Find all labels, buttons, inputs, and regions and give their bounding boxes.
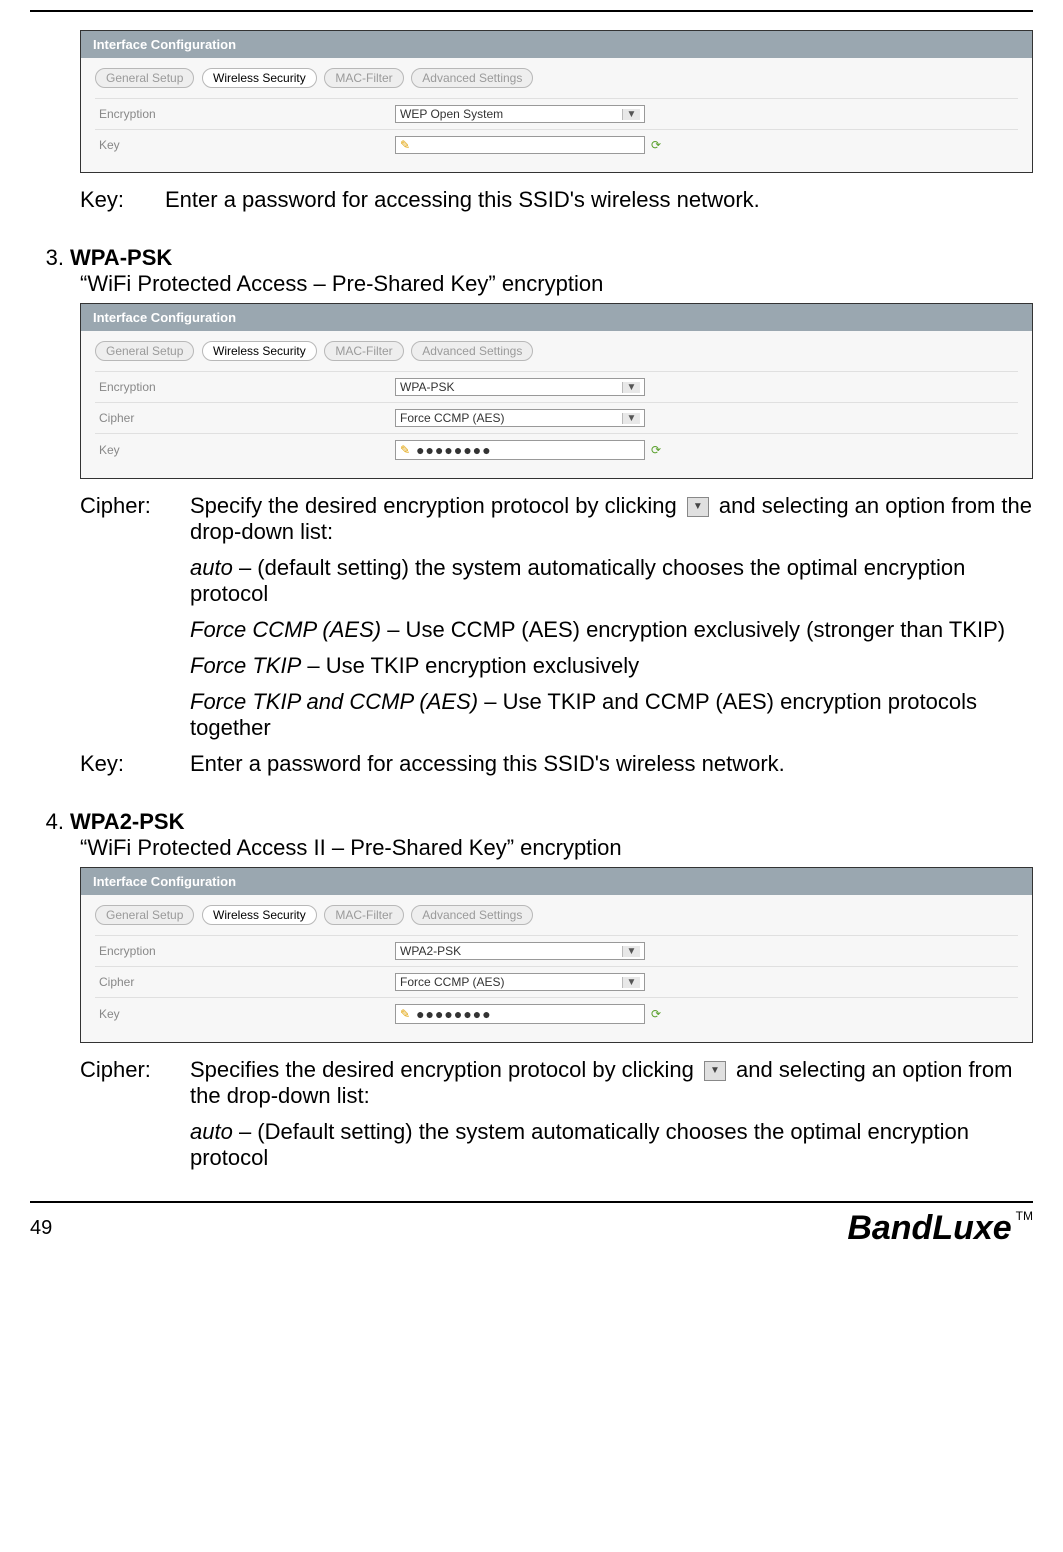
- cipher-intro-a: Specify the desired encryption protocol …: [190, 493, 683, 518]
- list-number: 4.: [30, 809, 64, 835]
- refresh-icon[interactable]: ⟳: [651, 443, 661, 457]
- label-key: Key: [95, 138, 395, 152]
- cipher-value: Force CCMP (AES): [400, 411, 504, 425]
- tabs: General Setup Wireless Security MAC-Filt…: [95, 905, 1018, 925]
- key-icon: ✎: [400, 443, 410, 457]
- panel-title: Interface Configuration: [81, 868, 1032, 895]
- option-desc: – Use TKIP encryption exclusively: [301, 653, 639, 678]
- brand-name: BandLuxe: [847, 1209, 1011, 1247]
- cipher-label: Cipher:: [80, 1057, 190, 1171]
- chevron-down-icon: ▼: [622, 977, 640, 988]
- key-value: ●●●●●●●●: [416, 442, 492, 458]
- row-encryption: Encryption WPA2-PSK ▼: [95, 935, 1018, 966]
- tab-mac-filter[interactable]: MAC-Filter: [324, 341, 403, 361]
- dropdown-icon: ▼: [687, 497, 709, 517]
- cipher-value: Force CCMP (AES): [400, 975, 504, 989]
- section-subtitle: “WiFi Protected Access – Pre-Shared Key”…: [80, 271, 1033, 297]
- encryption-value: WPA-PSK: [400, 380, 454, 394]
- tab-advanced-settings[interactable]: Advanced Settings: [411, 68, 533, 88]
- tab-general-setup[interactable]: General Setup: [95, 905, 194, 925]
- key-input[interactable]: ✎: [395, 136, 645, 154]
- brand-logo: BandLuxe TM: [847, 1209, 1033, 1248]
- option-name: auto: [190, 1119, 233, 1144]
- cipher-label: Cipher:: [80, 493, 190, 741]
- wpa2-cipher-description: Cipher: Specifies the desired encryption…: [80, 1057, 1033, 1171]
- key-label: Key:: [80, 751, 190, 777]
- dropdown-icon: ▼: [704, 1061, 726, 1081]
- option-desc: – Use CCMP (AES) encryption exclusively …: [381, 617, 1005, 642]
- panel-title: Interface Configuration: [81, 304, 1032, 331]
- wpa-cipher-description: Cipher: Specify the desired encryption p…: [80, 493, 1033, 777]
- tabs: General Setup Wireless Security MAC-Filt…: [95, 341, 1018, 361]
- option-desc: – (Default setting) the system automatic…: [190, 1119, 969, 1170]
- tabs: General Setup Wireless Security MAC-Filt…: [95, 68, 1018, 88]
- row-encryption: Encryption WEP Open System ▼: [95, 98, 1018, 129]
- encryption-select[interactable]: WPA-PSK ▼: [395, 378, 645, 396]
- key-input[interactable]: ✎ ●●●●●●●●: [395, 1004, 645, 1024]
- key-icon: ✎: [400, 138, 410, 152]
- encryption-value: WPA2-PSK: [400, 944, 461, 958]
- section-heading: WPA2-PSK: [70, 809, 185, 834]
- option-name: Force CCMP (AES): [190, 617, 381, 642]
- label-encryption: Encryption: [95, 380, 395, 394]
- row-key: Key ✎ ●●●●●●●● ⟳: [95, 433, 1018, 466]
- interface-config-panel-wpa: Interface Configuration General Setup Wi…: [80, 303, 1033, 479]
- row-key: Key ✎ ⟳: [95, 129, 1018, 160]
- refresh-icon[interactable]: ⟳: [651, 1007, 661, 1021]
- encryption-select[interactable]: WPA2-PSK ▼: [395, 942, 645, 960]
- option-name: Force TKIP: [190, 653, 301, 678]
- encryption-select[interactable]: WEP Open System ▼: [395, 105, 645, 123]
- panel-title: Interface Configuration: [81, 31, 1032, 58]
- option-name: auto: [190, 555, 233, 580]
- label-key: Key: [95, 443, 395, 457]
- chevron-down-icon: ▼: [622, 946, 640, 957]
- row-encryption: Encryption WPA-PSK ▼: [95, 371, 1018, 402]
- top-rule: [30, 10, 1033, 12]
- cipher-intro-a: Specifies the desired encryption protoco…: [190, 1057, 700, 1082]
- interface-config-panel-wep: Interface Configuration General Setup Wi…: [80, 30, 1033, 173]
- encryption-value: WEP Open System: [400, 107, 503, 121]
- label-cipher: Cipher: [95, 975, 395, 989]
- key-icon: ✎: [400, 1007, 410, 1021]
- key-description-1: Key: Enter a password for accessing this…: [80, 187, 1033, 213]
- cipher-select[interactable]: Force CCMP (AES) ▼: [395, 409, 645, 427]
- tab-wireless-security[interactable]: Wireless Security: [202, 905, 317, 925]
- cipher-select[interactable]: Force CCMP (AES) ▼: [395, 973, 645, 991]
- option-desc: – (default setting) the system automatic…: [190, 555, 965, 606]
- row-key: Key ✎ ●●●●●●●● ⟳: [95, 997, 1018, 1030]
- key-text: Enter a password for accessing this SSID…: [190, 751, 1033, 777]
- refresh-icon[interactable]: ⟳: [651, 138, 661, 152]
- row-cipher: Cipher Force CCMP (AES) ▼: [95, 966, 1018, 997]
- tab-general-setup[interactable]: General Setup: [95, 68, 194, 88]
- key-value: ●●●●●●●●: [416, 1006, 492, 1022]
- section-wpa-psk: 3.WPA-PSK: [30, 245, 1033, 271]
- label-key: Key: [95, 1007, 395, 1021]
- chevron-down-icon: ▼: [622, 109, 640, 120]
- tab-wireless-security[interactable]: Wireless Security: [202, 341, 317, 361]
- page-number: 49: [30, 1217, 52, 1240]
- section-wpa2-psk: 4.WPA2-PSK: [30, 809, 1033, 835]
- tab-advanced-settings[interactable]: Advanced Settings: [411, 341, 533, 361]
- row-cipher: Cipher Force CCMP (AES) ▼: [95, 402, 1018, 433]
- page-footer: 49 BandLuxe TM: [30, 1201, 1033, 1248]
- label-cipher: Cipher: [95, 411, 395, 425]
- chevron-down-icon: ▼: [622, 413, 640, 424]
- tab-wireless-security[interactable]: Wireless Security: [202, 68, 317, 88]
- key-input[interactable]: ✎ ●●●●●●●●: [395, 440, 645, 460]
- tab-advanced-settings[interactable]: Advanced Settings: [411, 905, 533, 925]
- section-subtitle: “WiFi Protected Access II – Pre-Shared K…: [80, 835, 1033, 861]
- list-number: 3.: [30, 245, 64, 271]
- trademark: TM: [1016, 1209, 1033, 1223]
- label-encryption: Encryption: [95, 107, 395, 121]
- label-encryption: Encryption: [95, 944, 395, 958]
- key-text: Enter a password for accessing this SSID…: [165, 187, 760, 213]
- interface-config-panel-wpa2: Interface Configuration General Setup Wi…: [80, 867, 1033, 1043]
- tab-mac-filter[interactable]: MAC-Filter: [324, 68, 403, 88]
- key-label: Key:: [80, 187, 165, 213]
- chevron-down-icon: ▼: [622, 382, 640, 393]
- section-heading: WPA-PSK: [70, 245, 172, 270]
- option-name: Force TKIP and CCMP (AES): [190, 689, 478, 714]
- tab-mac-filter[interactable]: MAC-Filter: [324, 905, 403, 925]
- tab-general-setup[interactable]: General Setup: [95, 341, 194, 361]
